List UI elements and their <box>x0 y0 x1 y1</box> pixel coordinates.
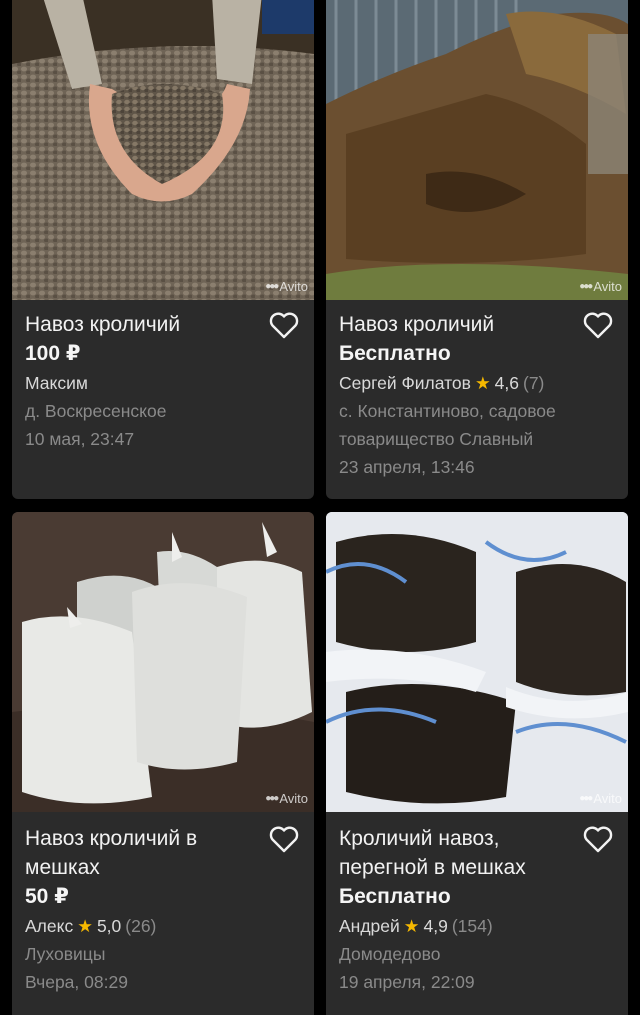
photo-hands-pellets <box>12 0 314 300</box>
listing-date: 10 мая, 23:47 <box>25 429 135 449</box>
listing-info: Навоз кроличий 100 ₽ Максим д. Воскресен… <box>25 310 306 453</box>
seller-line: Андрей ★ 4,9 (154) <box>339 912 620 940</box>
avito-watermark: ●●● Avito <box>265 791 308 806</box>
listing-title[interactable]: Навоз кроличий <box>339 310 574 339</box>
photo-open-sacks-humus <box>326 512 628 812</box>
avito-logo-icon: ●●● <box>579 281 593 292</box>
favorite-heart-icon[interactable] <box>582 824 614 854</box>
favorite-heart-icon[interactable] <box>582 310 614 340</box>
rating-star-icon: ★ <box>403 916 420 936</box>
listing-photo[interactable]: ●●● Avito <box>326 512 628 812</box>
seller-name[interactable]: Сергей Филатов <box>339 373 471 393</box>
avito-watermark: ●●● Avito <box>265 279 308 294</box>
favorite-heart-icon[interactable] <box>268 824 300 854</box>
seller-rating: 4,6 <box>494 373 519 393</box>
listing-info: Навоз кроличий в мешках 50 ₽ Алекс ★ 5,0 (2… <box>25 824 306 996</box>
favorite-heart-icon[interactable] <box>268 310 300 340</box>
listing-card[interactable]: ●●● Avito Кроличий навоз, перегной в меш… <box>326 512 628 1015</box>
avito-watermark: ●●● Avito <box>579 791 622 806</box>
rating-star-icon: ★ <box>77 916 93 936</box>
listing-location: Домодедово <box>339 944 441 964</box>
listing-info: Навоз кроличий Бесплатно Сергей Филатов ★… <box>339 310 620 481</box>
listing-date: Вчера, 08:29 <box>25 972 128 992</box>
listing-price: 50 ₽ <box>25 885 69 908</box>
photo-manure-pile <box>326 0 628 300</box>
listing-card[interactable]: ●●● Avito Навоз кроличий 100 ₽ Максим д.… <box>12 0 314 499</box>
seller-line: Алекс ★ 5,0 (26) <box>25 912 306 940</box>
listing-photo[interactable]: ●●● Avito <box>12 512 314 812</box>
avito-logo-icon: ●●● <box>579 793 593 804</box>
seller-rating: 5,0 <box>96 916 122 936</box>
listing-location: д. Воскресенское <box>25 401 167 421</box>
review-count: (154) <box>451 916 493 936</box>
avito-logo-icon: ●●● <box>265 793 279 804</box>
review-count: (7) <box>523 373 545 393</box>
listing-photo[interactable]: ●●● Avito <box>326 0 628 300</box>
seller-rating: 4,9 <box>423 916 448 936</box>
listing-card[interactable]: ●●● Avito Навоз кроличий в мешках 50 ₽ А… <box>12 512 314 1015</box>
seller-name[interactable]: Андрей <box>339 916 400 936</box>
listing-price: 100 ₽ <box>25 342 81 365</box>
listing-date: 19 апреля, 22:09 <box>339 972 475 992</box>
listing-title[interactable]: Кроличий навоз, перегной в мешках <box>339 824 574 882</box>
listing-location: с. Константиново, садовое товарищество С… <box>339 401 556 449</box>
rating-star-icon: ★ <box>474 373 491 393</box>
seller-name[interactable]: Алекс <box>25 916 73 936</box>
avito-watermark: ●●● Avito <box>579 279 622 294</box>
listing-title[interactable]: Навоз кроличий <box>25 310 260 339</box>
listing-title[interactable]: Навоз кроличий в мешках <box>25 824 260 882</box>
listing-photo[interactable]: ●●● Avito <box>12 0 314 300</box>
seller-line: Сергей Филатов ★ 4,6 (7) <box>339 369 620 397</box>
listings-grid: ●●● Avito Навоз кроличий 100 ₽ Максим д.… <box>0 0 640 1015</box>
listing-location: Луховицы <box>25 944 106 964</box>
listing-info: Кроличий навоз, перегной в мешках Беспла… <box>339 824 620 996</box>
photo-white-sacks <box>12 512 314 812</box>
seller-name[interactable]: Максим <box>25 373 88 393</box>
avito-logo-icon: ●●● <box>265 281 279 292</box>
listing-date: 23 апреля, 13:46 <box>339 457 475 477</box>
review-count: (26) <box>125 916 157 936</box>
listing-price: Бесплатно <box>339 342 451 365</box>
listing-price: Бесплатно <box>339 885 451 908</box>
listing-card[interactable]: ●●● Avito Навоз кроличий Бесплатно Серге… <box>326 0 628 499</box>
seller-line: Максим <box>25 369 306 397</box>
